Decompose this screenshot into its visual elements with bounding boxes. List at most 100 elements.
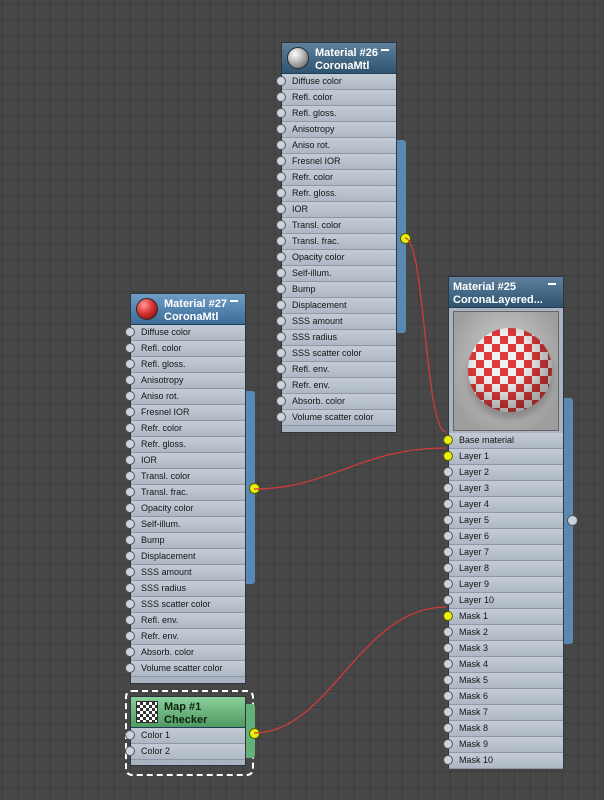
slot-color-2[interactable]: Color 2 xyxy=(125,744,245,760)
input-socket[interactable] xyxy=(276,380,286,390)
slot-sss-amount[interactable]: SSS amount xyxy=(125,565,245,581)
input-socket[interactable] xyxy=(276,236,286,246)
slot-refr-gloss[interactable]: Refr. gloss. xyxy=(125,437,245,453)
input-socket[interactable] xyxy=(443,515,453,525)
input-socket[interactable] xyxy=(276,204,286,214)
node-map-1[interactable]: Map #1 Checker Color 1 Color 2 xyxy=(125,696,260,766)
input-socket[interactable] xyxy=(276,412,286,422)
slot-self-illum[interactable]: Self-illum. xyxy=(125,517,245,533)
slot-aniso-rot[interactable]: Aniso rot. xyxy=(276,138,396,154)
slot-opacity-color[interactable]: Opacity color xyxy=(125,501,245,517)
slot-layer-8[interactable]: Layer 8 xyxy=(443,561,563,577)
slot-sss-radius[interactable]: SSS radius xyxy=(125,581,245,597)
input-socket[interactable] xyxy=(276,396,286,406)
slot-sss-scatter-color[interactable]: SSS scatter color xyxy=(276,346,396,362)
input-socket[interactable] xyxy=(276,284,286,294)
slot-absorb-color[interactable]: Absorb. color xyxy=(276,394,396,410)
slot-refl-gloss[interactable]: Refl. gloss. xyxy=(276,106,396,122)
input-socket[interactable] xyxy=(125,583,135,593)
slot-refr-env[interactable]: Refr. env. xyxy=(276,378,396,394)
slot-refl-env[interactable]: Refl. env. xyxy=(125,613,245,629)
slot-aniso-rot[interactable]: Aniso rot. xyxy=(125,389,245,405)
slot-mask-10[interactable]: Mask 10 xyxy=(443,753,563,769)
node-header[interactable]: Material #27 CoronaMtl xyxy=(131,294,245,325)
input-socket[interactable] xyxy=(125,439,135,449)
input-socket[interactable] xyxy=(125,327,135,337)
input-socket[interactable] xyxy=(443,547,453,557)
slot-anisotropy[interactable]: Anisotropy xyxy=(276,122,396,138)
slot-bump[interactable]: Bump xyxy=(125,533,245,549)
slot-transl-frac[interactable]: Transl. frac. xyxy=(276,234,396,250)
input-socket[interactable] xyxy=(125,343,135,353)
input-socket[interactable] xyxy=(276,172,286,182)
slot-mask-3[interactable]: Mask 3 xyxy=(443,641,563,657)
input-socket[interactable] xyxy=(125,599,135,609)
input-socket[interactable] xyxy=(443,691,453,701)
input-socket[interactable] xyxy=(443,659,453,669)
slot-refr-color[interactable]: Refr. color xyxy=(276,170,396,186)
slot-fresnel-ior[interactable]: Fresnel IOR xyxy=(276,154,396,170)
node-material-27[interactable]: Material #27 CoronaMtl Diffuse color Refl… xyxy=(125,293,260,684)
slot-mask-4[interactable]: Mask 4 xyxy=(443,657,563,673)
input-socket[interactable] xyxy=(125,535,135,545)
input-socket[interactable] xyxy=(443,467,453,477)
input-socket[interactable] xyxy=(443,483,453,493)
slot-mask-7[interactable]: Mask 7 xyxy=(443,705,563,721)
input-socket[interactable] xyxy=(125,663,135,673)
input-socket[interactable] xyxy=(443,723,453,733)
slot-anisotropy[interactable]: Anisotropy xyxy=(125,373,245,389)
slot-sss-radius[interactable]: SSS radius xyxy=(276,330,396,346)
slot-layer-9[interactable]: Layer 9 xyxy=(443,577,563,593)
input-socket[interactable] xyxy=(125,471,135,481)
slot-mask-9[interactable]: Mask 9 xyxy=(443,737,563,753)
input-socket[interactable] xyxy=(276,188,286,198)
input-socket[interactable] xyxy=(125,647,135,657)
input-socket[interactable] xyxy=(125,391,135,401)
slot-refr-color[interactable]: Refr. color xyxy=(125,421,245,437)
input-socket[interactable] xyxy=(125,423,135,433)
output-socket[interactable] xyxy=(400,233,411,244)
input-socket[interactable] xyxy=(443,643,453,653)
minimize-icon[interactable] xyxy=(547,280,557,288)
input-socket[interactable] xyxy=(443,611,453,621)
node-material-25[interactable]: Material #25 CoronaLayered... Base mater… xyxy=(443,276,578,769)
input-socket[interactable] xyxy=(443,755,453,765)
input-socket[interactable] xyxy=(276,140,286,150)
input-socket[interactable] xyxy=(125,567,135,577)
slot-mask-5[interactable]: Mask 5 xyxy=(443,673,563,689)
slot-volume-scatter-color[interactable]: Volume scatter color xyxy=(276,410,396,426)
input-socket[interactable] xyxy=(125,631,135,641)
slot-transl-color[interactable]: Transl. color xyxy=(276,218,396,234)
input-socket[interactable] xyxy=(443,595,453,605)
input-socket[interactable] xyxy=(276,108,286,118)
slot-refl-gloss[interactable]: Refl. gloss. xyxy=(125,357,245,373)
slot-color-1[interactable]: Color 1 xyxy=(125,728,245,744)
input-socket[interactable] xyxy=(443,627,453,637)
slot-displacement[interactable]: Displacement xyxy=(125,549,245,565)
slot-volume-scatter-color[interactable]: Volume scatter color xyxy=(125,661,245,677)
slot-refl-env[interactable]: Refl. env. xyxy=(276,362,396,378)
input-socket[interactable] xyxy=(443,435,453,445)
input-socket[interactable] xyxy=(276,124,286,134)
minimize-icon[interactable] xyxy=(380,46,390,54)
input-socket[interactable] xyxy=(125,551,135,561)
node-header[interactable]: Map #1 Checker xyxy=(131,697,245,728)
output-socket[interactable] xyxy=(249,728,260,739)
slot-mask-2[interactable]: Mask 2 xyxy=(443,625,563,641)
input-socket[interactable] xyxy=(276,92,286,102)
slot-transl-color[interactable]: Transl. color xyxy=(125,469,245,485)
input-socket[interactable] xyxy=(125,359,135,369)
slot-fresnel-ior[interactable]: Fresnel IOR xyxy=(125,405,245,421)
input-socket[interactable] xyxy=(125,455,135,465)
input-socket[interactable] xyxy=(443,739,453,749)
slot-sss-scatter-color[interactable]: SSS scatter color xyxy=(125,597,245,613)
slot-layer-1[interactable]: Layer 1 xyxy=(443,449,563,465)
input-socket[interactable] xyxy=(276,316,286,326)
slot-bump[interactable]: Bump xyxy=(276,282,396,298)
input-socket[interactable] xyxy=(125,503,135,513)
slot-absorb-color[interactable]: Absorb. color xyxy=(125,645,245,661)
slot-base-material[interactable]: Base material xyxy=(443,433,563,449)
input-socket[interactable] xyxy=(276,268,286,278)
input-socket[interactable] xyxy=(125,519,135,529)
input-socket[interactable] xyxy=(125,407,135,417)
